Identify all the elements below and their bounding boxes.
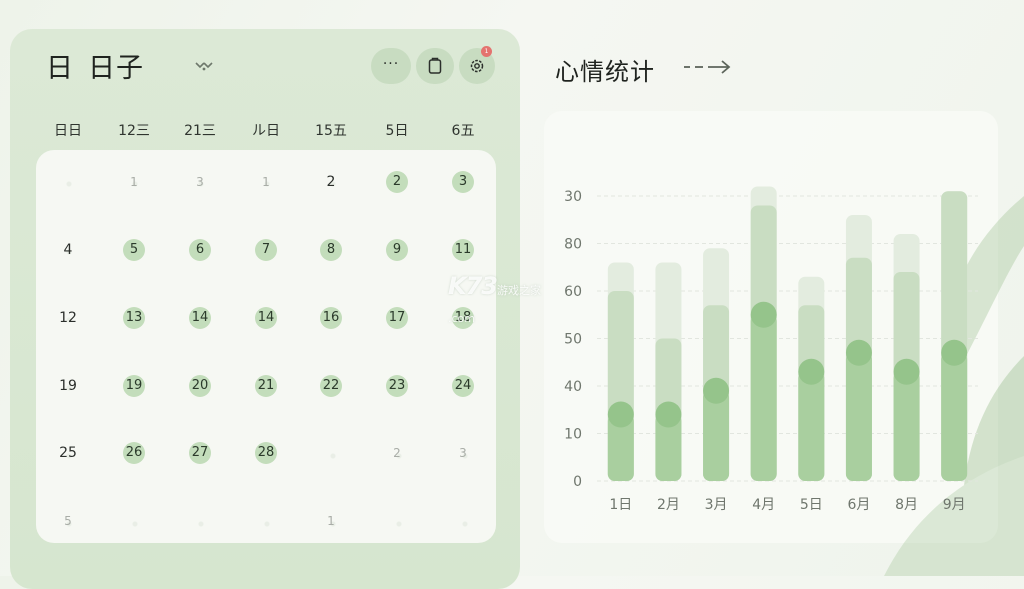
mood-marker	[607, 401, 634, 428]
mood-marker	[703, 377, 730, 404]
bar-series-3	[798, 371, 825, 481]
x-tick-label: 8月	[895, 497, 918, 513]
mood-marker	[750, 301, 777, 328]
x-tick-label: 5日	[800, 497, 823, 513]
watermark-logo: K73游戏之家 .com	[448, 272, 541, 328]
watermark-sub1: 游戏之家	[497, 284, 541, 297]
y-tick-label: 10	[564, 427, 582, 443]
x-tick-label: 2月	[657, 497, 680, 513]
mood-marker	[941, 339, 968, 366]
y-tick-label: 30	[564, 189, 582, 205]
mood-marker	[845, 339, 872, 366]
bar-series-3	[845, 352, 872, 481]
y-tick-label: 0	[573, 474, 582, 490]
watermark-text: K73	[448, 272, 498, 300]
mood-marker	[893, 358, 920, 385]
bar-series-3	[703, 390, 730, 481]
watermark-sub2: .com	[448, 312, 475, 325]
x-tick-label: 3月	[705, 497, 728, 513]
bar-series-3	[750, 314, 777, 481]
y-tick-label: 40	[564, 379, 582, 395]
x-tick-label: 4月	[752, 497, 775, 513]
y-tick-label: 80	[564, 237, 582, 253]
mood-marker	[798, 358, 825, 385]
mood-marker	[655, 401, 682, 428]
y-tick-label: 60	[564, 284, 582, 300]
x-tick-label: 1日	[609, 497, 632, 513]
bar-series-3	[941, 352, 968, 481]
bar-series-3	[893, 371, 920, 481]
x-tick-label: 9月	[943, 497, 966, 513]
x-tick-label: 6月	[847, 497, 870, 513]
y-tick-label: 50	[564, 332, 582, 348]
